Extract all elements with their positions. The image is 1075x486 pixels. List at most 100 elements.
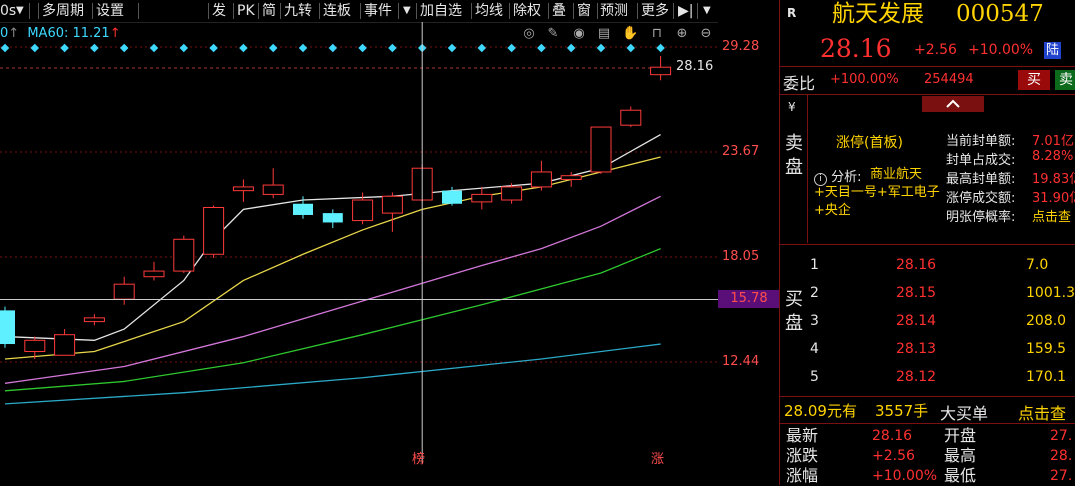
- toolbar-item-4[interactable]: PK: [237, 0, 255, 22]
- toolbar-item-12[interactable]: 叠: [552, 0, 566, 22]
- candle-body: [0, 310, 15, 345]
- stock-name: 航天发展: [832, 1, 924, 27]
- toolbar-item-14[interactable]: 预测: [600, 0, 628, 22]
- print-icon[interactable]: ▤: [597, 27, 611, 41]
- toolbar-item-1[interactable]: 多周期: [42, 0, 84, 22]
- marker-diamond: [537, 43, 546, 53]
- big-order-volume: 3557手: [875, 402, 929, 420]
- chevron-down-icon[interactable]: ▼: [703, 0, 711, 22]
- marker-diamond: [388, 43, 397, 53]
- pen-icon[interactable]: ✎: [546, 27, 560, 41]
- marker-diamond: [30, 43, 40, 53]
- y-tick-2: 23.67: [722, 144, 760, 159]
- toolbar-item-8[interactable]: 事件: [364, 0, 392, 22]
- stat-value: 8.28%: [1032, 149, 1074, 164]
- candle-body: [501, 186, 523, 201]
- stat-label: 最高封单额:: [946, 172, 1016, 187]
- lock-icon[interactable]: ⊓: [650, 27, 664, 41]
- eye-icon[interactable]: ◉: [572, 27, 586, 41]
- stock-code: 000547: [956, 1, 1044, 27]
- order-level: 4: [810, 341, 819, 357]
- big-order-price: 28.09元有: [784, 402, 857, 420]
- marker-diamond: [298, 43, 308, 53]
- stat-value: 7.01亿: [1032, 134, 1074, 149]
- y-tick-3: 18.05: [722, 249, 760, 264]
- stat-label: 封单占成交:: [946, 153, 1016, 168]
- bang-marker[interactable]: 榜: [412, 448, 425, 467]
- candle-body: [262, 184, 284, 195]
- hand-icon[interactable]: ✋: [622, 27, 638, 41]
- quote-value: +2.56: [872, 448, 915, 464]
- toolbar-item-10[interactable]: 均线: [475, 0, 503, 22]
- toolbar-item-9[interactable]: 加自选: [420, 0, 462, 22]
- currency-icon: ¥: [788, 100, 796, 114]
- toolbar-item-3[interactable]: 发: [212, 0, 226, 22]
- order-level: 1: [810, 257, 819, 273]
- candle-body: [203, 206, 225, 255]
- marker-diamond: [90, 43, 99, 53]
- candle-body: [620, 109, 642, 126]
- candle-body: [173, 238, 195, 272]
- marker-diamond: [268, 43, 278, 53]
- toolbar-item-15[interactable]: 更多: [641, 0, 669, 22]
- quote-label: 最新: [786, 426, 819, 445]
- collapse-toggle[interactable]: [922, 96, 984, 112]
- candle-body: [560, 175, 582, 180]
- toolbar-item-13[interactable]: 窗: [577, 0, 591, 22]
- toolbar-item-6[interactable]: 九转: [284, 0, 312, 22]
- marker-diamond: [596, 43, 606, 53]
- marker-diamond: [149, 43, 159, 53]
- big-order-link[interactable]: 点击查: [1018, 400, 1066, 424]
- candle-body: [381, 195, 403, 214]
- y-tick-1: 29.28: [722, 39, 760, 54]
- buy-button[interactable]: 买: [1018, 70, 1050, 90]
- stock-price: 28.16: [820, 34, 892, 63]
- big-order-label: 大买单: [940, 404, 989, 423]
- stat-value: 31.90亿: [1032, 191, 1075, 206]
- candle-body: [113, 283, 135, 300]
- marker-diamond: [566, 43, 576, 53]
- analysis-tags[interactable]: 商业航天+天目一号+军工电子+央企: [814, 166, 940, 220]
- panel-divider: [779, 0, 780, 485]
- quote-label-2: 最高: [944, 446, 977, 465]
- candle-body: [24, 339, 46, 353]
- quote-value-2: 28.: [1050, 448, 1073, 464]
- toolbar-item-7[interactable]: 连板: [323, 0, 351, 22]
- candle-body: [322, 213, 343, 223]
- chevron-down-icon[interactable]: ▼: [16, 0, 24, 22]
- quote-label-2: 最低: [944, 466, 977, 485]
- order-level: 5: [810, 369, 819, 385]
- ma60-label: MA60: 11.21: [27, 26, 110, 41]
- chevron-down-icon[interactable]: ▼: [403, 0, 411, 22]
- candle-body: [530, 171, 552, 188]
- sell-side-label: 卖盘: [785, 133, 803, 178]
- toolbar-item-5[interactable]: 简: [262, 0, 276, 22]
- r-badge: R: [787, 6, 797, 20]
- toolbar-item-2[interactable]: 设置: [96, 0, 124, 22]
- candlestick-chart[interactable]: [0, 22, 718, 485]
- toolbar-item-11[interactable]: 除权: [513, 0, 541, 22]
- marker-diamond: [507, 43, 516, 53]
- sell-button[interactable]: 卖: [1055, 70, 1075, 90]
- zhang-marker[interactable]: 涨: [651, 448, 664, 467]
- order-price: 28.12: [896, 369, 937, 385]
- toolbar-item-0[interactable]: 0s: [0, 0, 16, 22]
- zoom-out-icon[interactable]: ⊖: [699, 27, 713, 41]
- target-icon[interactable]: ◎: [522, 27, 536, 41]
- buy-side-label: 买盘: [785, 289, 803, 334]
- candle-body: [471, 193, 493, 203]
- y-tick-4: 12.44: [722, 354, 760, 369]
- expand-right-icon[interactable]: ▶|: [678, 0, 693, 22]
- zoom-in-icon[interactable]: ⊕: [675, 27, 689, 41]
- candle-body: [293, 203, 313, 215]
- chevron-up-icon: [946, 99, 960, 108]
- order-volume: 7.0: [1026, 257, 1049, 273]
- current-price-label: 28.16: [676, 59, 714, 74]
- marker-diamond: [60, 43, 69, 53]
- stat-value[interactable]: 点击查: [1032, 206, 1071, 225]
- marker-diamond: [239, 43, 248, 53]
- quote-value: 28.16: [872, 428, 913, 444]
- limit-title: 涨停(首板): [836, 135, 903, 151]
- quote-value: +10.00%: [872, 468, 938, 484]
- marker-diamond: [179, 43, 189, 53]
